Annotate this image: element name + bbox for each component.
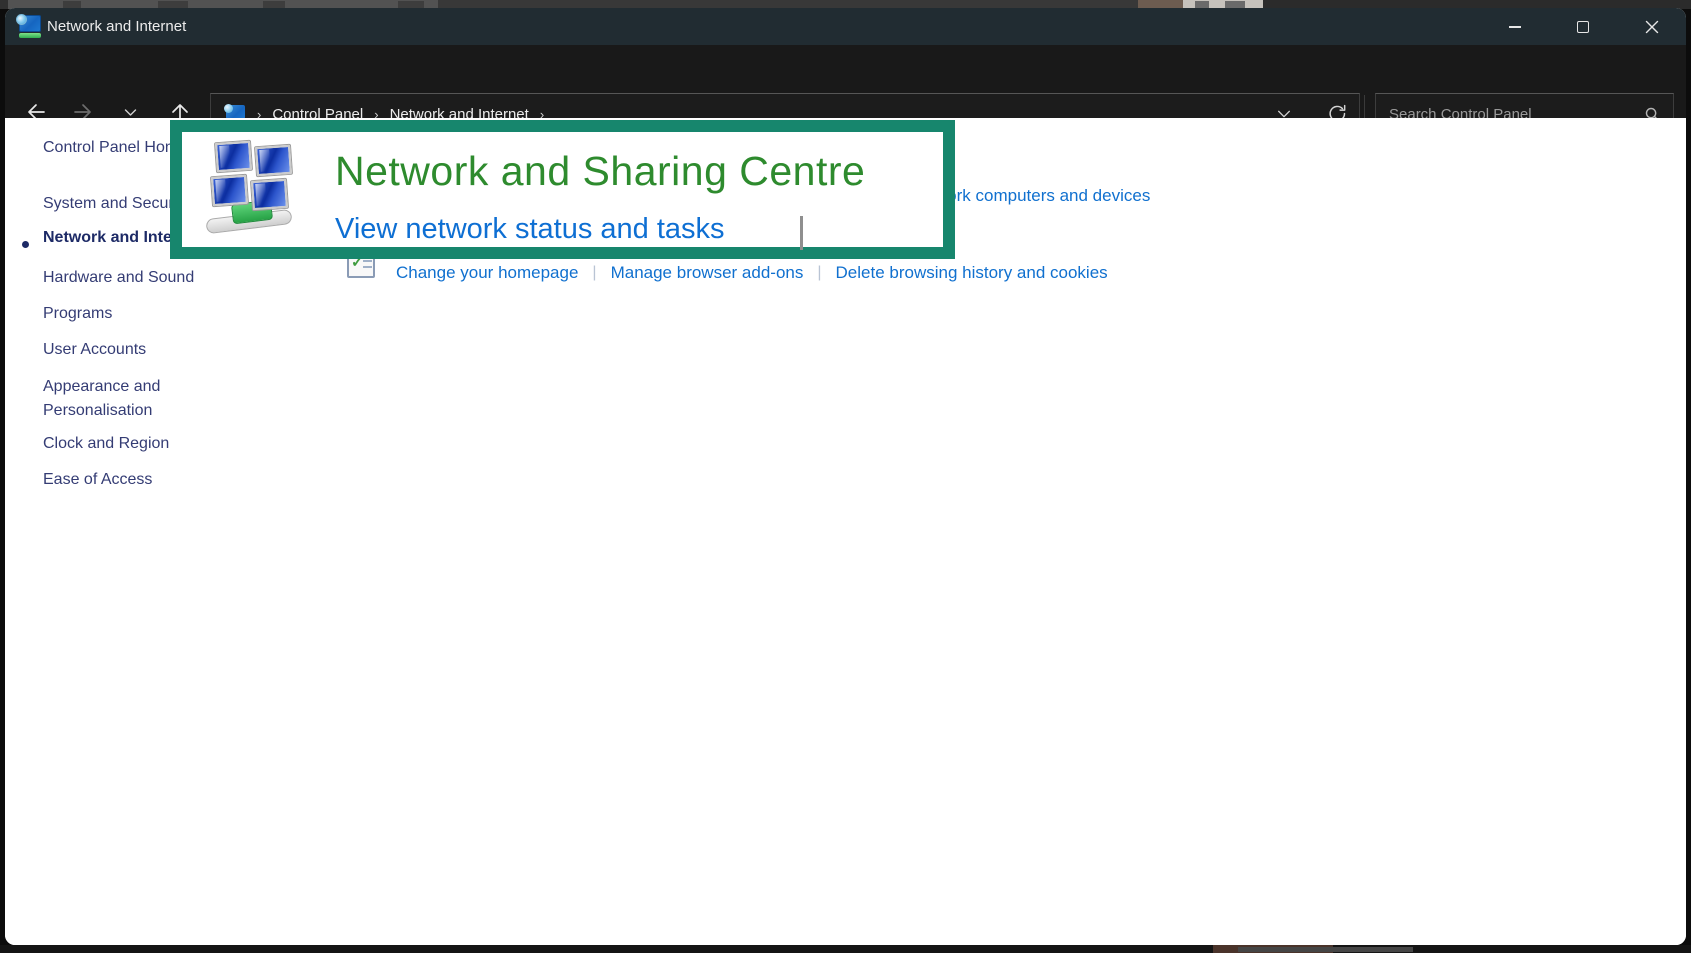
sidebar-item-user-accounts[interactable]: User Accounts (43, 338, 208, 362)
network-sharing-centre-heading[interactable]: Network and Sharing Centre (335, 148, 865, 195)
background-smudge (1225, 1, 1245, 8)
sidebar-item-hardware-and-sound[interactable]: Hardware and Sound (43, 266, 208, 290)
icon-line (363, 260, 372, 262)
active-item-bullet (22, 241, 29, 248)
magnifier-content: Network and Sharing Centre View network … (182, 132, 943, 247)
internet-options-links-row: Change your homepage | Manage browser ad… (396, 263, 1108, 283)
maximize-icon (1577, 21, 1589, 33)
monitor-shape (215, 141, 252, 172)
navigation-toolbar: › Control Panel › Network and Internet › (5, 45, 1686, 118)
monitor-shape (211, 175, 248, 206)
minimize-icon (1509, 26, 1521, 28)
network-window-icon (16, 14, 42, 39)
close-icon (1645, 20, 1659, 34)
manage-addons-link[interactable]: Manage browser add-ons (611, 263, 804, 283)
delete-history-link[interactable]: Delete browsing history and cookies (836, 263, 1108, 283)
globe-shape (16, 14, 27, 25)
network-sharing-centre-icon (210, 140, 296, 238)
background-smudge (158, 1, 188, 8)
titlebar[interactable]: Network and Internet (5, 8, 1686, 45)
background-smudge (63, 1, 81, 8)
monitor-shape (251, 179, 288, 210)
magnifier-overlay: Network and Sharing Centre View network … (170, 120, 955, 259)
cable-shape (19, 33, 41, 38)
background-smudge (263, 1, 285, 8)
background-smudge (398, 1, 424, 8)
background-fragment (1238, 947, 1413, 952)
globe-shape (224, 104, 233, 113)
change-homepage-link[interactable]: Change your homepage (396, 263, 578, 283)
minimize-button[interactable] (1494, 11, 1536, 42)
view-network-status-link[interactable]: View network status and tasks (335, 213, 725, 246)
sidebar-item-programs[interactable]: Programs (43, 302, 208, 326)
sidebar-item-appearance-and-personalisation[interactable]: Appearance and Personalisation (43, 375, 208, 423)
icon-line (363, 266, 372, 268)
screenshot-stage: Network and Internet (0, 0, 1691, 953)
background-bottom-strip (0, 945, 1691, 953)
control-panel-window: Network and Internet (5, 8, 1686, 945)
text-cursor (800, 216, 803, 250)
background-smudge (1195, 1, 1209, 8)
link-separator: | (817, 264, 821, 282)
maximize-button[interactable] (1562, 11, 1604, 42)
window-title: Network and Internet (47, 8, 186, 45)
monitor-shape (255, 145, 292, 176)
sidebar-item-ease-of-access[interactable]: Ease of Access (43, 468, 208, 492)
link-separator: | (592, 264, 596, 282)
close-button[interactable] (1631, 11, 1673, 42)
sidebar-item-clock-and-region[interactable]: Clock and Region (43, 432, 208, 456)
